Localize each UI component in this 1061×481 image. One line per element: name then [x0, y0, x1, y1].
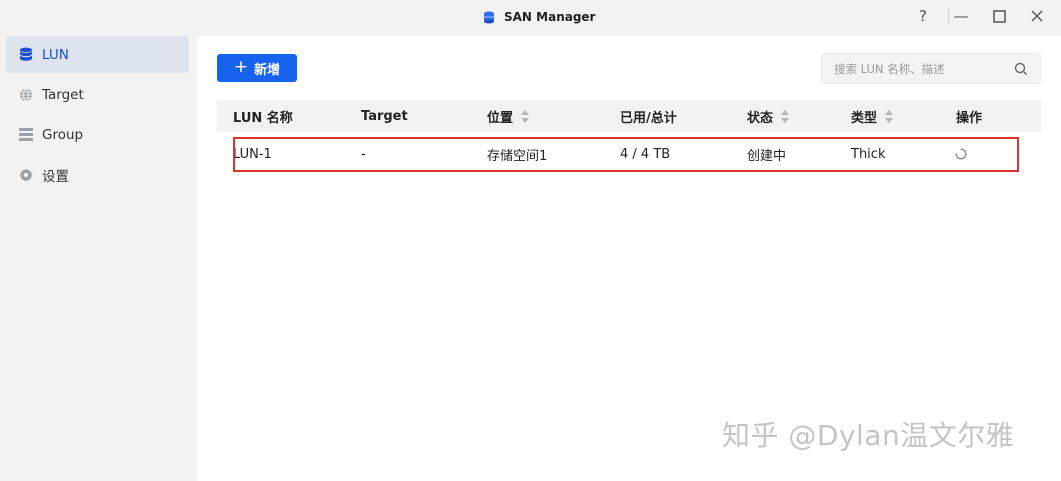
column-header-actions: 操作 — [956, 100, 982, 132]
cell-location: 存储空间1 — [487, 148, 548, 164]
loading-spinner-icon — [955, 148, 967, 160]
maximize-icon — [992, 9, 1006, 23]
column-header-location[interactable]: 位置 — [487, 100, 530, 132]
column-label: 已用/总计 — [620, 110, 677, 126]
maximize-button[interactable] — [989, 6, 1009, 26]
app-title: SAN Manager — [483, 8, 595, 26]
column-header-status[interactable]: 状态 — [747, 100, 790, 132]
search-icon[interactable] — [1014, 62, 1028, 76]
column-header-type[interactable]: 类型 — [851, 100, 894, 132]
column-label: 类型 — [851, 110, 878, 126]
cell-lun-name: LUN-1 — [233, 146, 272, 162]
table-header: LUN 名称 Target 位置 已用/总计 状态 类型 操作 — [217, 100, 1041, 132]
san-manager-icon — [483, 11, 495, 24]
column-header-lun-name[interactable]: LUN 名称 — [233, 100, 293, 132]
globe-icon — [18, 87, 34, 103]
column-label: LUN 名称 — [233, 110, 293, 126]
add-lun-button[interactable]: + 新增 — [217, 54, 297, 82]
sort-icon[interactable] — [885, 109, 894, 123]
sidebar-item-lun[interactable]: LUN — [6, 36, 189, 73]
close-button[interactable] — [1027, 6, 1047, 26]
sidebar-item-label: Target — [42, 86, 84, 103]
sort-icon[interactable] — [521, 109, 530, 123]
column-label: 操作 — [956, 110, 983, 126]
column-header-target[interactable]: Target — [361, 100, 408, 132]
cell-actions — [955, 134, 967, 174]
minimize-button[interactable]: — — [951, 6, 971, 26]
plus-icon: + — [233, 57, 249, 77]
list-icon — [18, 127, 34, 143]
gear-icon — [18, 167, 34, 183]
add-button-label: 新增 — [254, 62, 281, 78]
close-icon — [1031, 10, 1043, 22]
sidebar-item-label: LUN — [42, 46, 69, 63]
watermark: 知乎 @Dylan温文尔雅 — [722, 419, 1015, 452]
search-input[interactable] — [822, 54, 1002, 83]
column-header-usage[interactable]: 已用/总计 — [620, 100, 677, 132]
sidebar-item-settings[interactable]: 设置 — [6, 156, 189, 193]
title-bar: SAN Manager ? — — [0, 0, 1061, 32]
cell-status: 创建中 — [747, 148, 787, 164]
window-title: SAN Manager — [504, 10, 596, 24]
cell-target: - — [361, 146, 366, 162]
cell-type: Thick — [851, 146, 886, 162]
column-label: Target — [361, 108, 408, 124]
cell-usage: 4 / 4 TB — [620, 146, 671, 162]
database-icon — [18, 47, 34, 63]
sort-icon[interactable] — [781, 109, 790, 123]
sidebar-item-target[interactable]: Target — [6, 76, 189, 113]
help-button[interactable]: ? — [913, 6, 933, 26]
search-box — [821, 53, 1041, 84]
sidebar-item-label: Group — [42, 126, 84, 143]
column-label: 状态 — [747, 110, 774, 126]
sidebar: LUN Target Group 设置 — [0, 32, 197, 481]
sidebar-item-label: 设置 — [42, 168, 69, 185]
table-row[interactable]: LUN-1 - 存储空间1 4 / 4 TB 创建中 Thick — [217, 134, 1041, 174]
column-label: 位置 — [487, 110, 514, 126]
sidebar-item-group[interactable]: Group — [6, 116, 189, 153]
